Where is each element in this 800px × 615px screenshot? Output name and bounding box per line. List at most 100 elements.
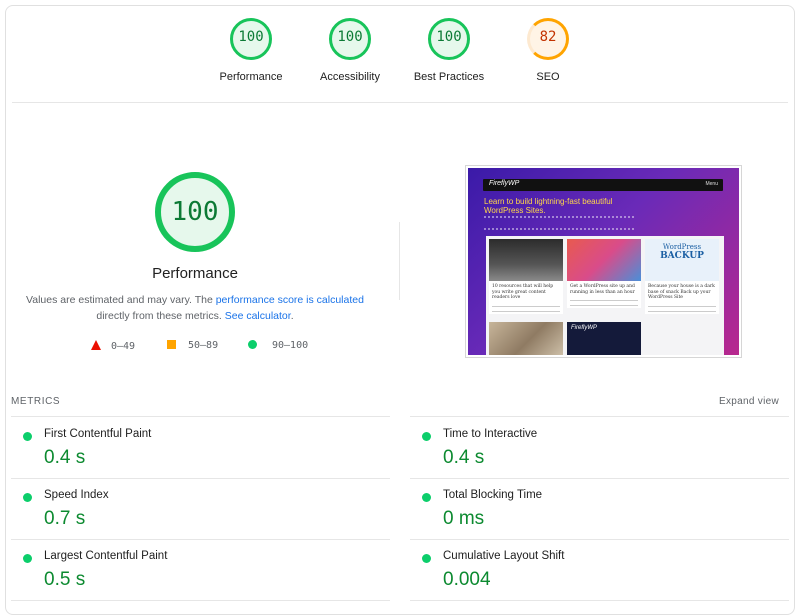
card-text [648,305,716,312]
screenshot-page: FireflyWP Menu Learn to build lightning-… [468,168,739,355]
metric-value: 0.4 s [443,447,485,468]
backup-line1: WordPress [662,243,702,251]
desc-text: Values are estimated and may vary. The [26,294,216,306]
wordpress-backup-graphic: WordPress BACKUP [645,239,719,261]
screenshot-card [489,322,563,355]
circle-icon [248,340,257,349]
metric-value: 0.5 s [44,569,86,590]
gauge-ring: 100 [329,18,371,60]
card-text [492,305,560,312]
pass-circle-icon [23,554,32,563]
metric-value: 0 ms [443,508,485,529]
metrics-header: METRICS [11,396,61,407]
gauge-ring: 100 [428,18,470,60]
metric-total-blocking-time: Total Blocking Time 0 ms [410,486,780,541]
screenshot-headline: Learn to build lightning-fast beautiful … [484,197,613,215]
gauge-label: SEO [536,71,560,83]
gauge-seo[interactable]: 82 SEO [498,18,598,83]
performance-score: 100 [171,197,219,227]
card-image [489,239,563,281]
pass-circle-icon [23,493,32,502]
screenshot-card: WordPress BACKUP Because your house is a… [645,239,719,314]
screenshot-card: FireflyWP [567,322,641,355]
gauge-label: Best Practices [413,71,485,83]
metric-name: Total Blocking Time [443,489,543,501]
gauge-ring: 100 [230,18,272,60]
metric-speed-index: Speed Index 0.7 s [11,486,381,541]
metric-name: Speed Index [44,489,109,501]
legend-fail-label: 0–49 [111,341,136,352]
gauge-label: Accessibility [320,71,380,83]
metric-time-to-interactive: Time to Interactive 0.4 s [410,425,780,480]
card-title: Get a WordPress site up and running in l… [570,284,635,295]
screenshot-subtext [484,216,634,230]
metrics-divider [410,600,789,601]
legend-pass-label: 90–100 [272,340,309,351]
expand-view-toggle[interactable]: Expand view [719,396,779,407]
metrics-divider [11,478,390,479]
score-gauges: 100 Performance 100 Accessibility 100 Be… [0,18,800,92]
score-legend: 0–49 50–89 90–100 [0,340,400,354]
triangle-icon [91,340,101,350]
metric-name: First Contentful Paint [44,428,152,440]
final-screenshot[interactable]: FireflyWP Menu Learn to build lightning-… [465,165,742,358]
legend-fail: 0–49 [91,340,135,352]
firefly-logo: FireflyWP [571,325,597,331]
card-image [489,322,563,355]
metrics-divider [11,416,390,417]
gauge-ring: 82 [527,18,569,60]
backup-line2: BACKUP [660,251,704,261]
screenshot-card: 10 resources that will help you write gr… [489,239,563,314]
metric-value: 0.7 s [44,508,86,529]
metric-value: 0.004 [443,569,491,590]
card-image: FireflyWP [567,322,641,355]
pass-circle-icon [422,554,431,563]
performance-score-link[interactable]: performance score is calculated [216,294,364,306]
metrics-divider [410,539,789,540]
gauge-best-practices[interactable]: 100 Best Practices [399,18,499,83]
metrics-divider [410,478,789,479]
gauge-label: Performance [219,71,283,83]
gauge-performance[interactable]: 100 Performance [201,18,301,83]
card-image [567,239,641,281]
legend-average: 50–89 [167,340,218,351]
legend-average-label: 50–89 [188,340,219,351]
metrics-divider [11,600,390,601]
gauge-score: 100 [238,29,264,45]
performance-gauge: 100 [155,172,235,252]
gauge-accessibility[interactable]: 100 Accessibility [300,18,400,83]
screenshot-navbar: FireflyWP Menu [483,179,723,191]
metric-name: Cumulative Layout Shift [443,550,565,562]
metric-name: Largest Contentful Paint [44,550,168,562]
metric-first-contentful-paint: First Contentful Paint 0.4 s [11,425,381,480]
pass-circle-icon [23,432,32,441]
card-title: 10 resources that will help you write gr… [492,284,554,300]
card-title: Because your house is a dark base of sna… [648,284,715,300]
card-text [570,300,638,306]
desc-text: directly from these metrics. [96,310,225,322]
screenshot-menu: Menu [705,181,718,187]
vertical-divider [399,222,400,300]
calculator-link[interactable]: See calculator [225,310,291,322]
pass-circle-icon [422,493,431,502]
metric-largest-contentful-paint: Largest Contentful Paint 0.5 s [11,547,381,602]
pass-circle-icon [422,432,431,441]
desc-text: . [290,310,294,322]
metric-cumulative-layout-shift: Cumulative Layout Shift 0.004 [410,547,780,602]
metric-name: Time to Interactive [443,428,538,440]
performance-description: Values are estimated and may vary. The p… [20,292,370,324]
performance-title: Performance [152,265,238,282]
metrics-divider [11,539,390,540]
metrics-divider [410,416,789,417]
legend-pass: 90–100 [248,340,308,351]
screenshot-posts-panel: 10 resources that will help you write gr… [486,236,724,355]
card-image: WordPress BACKUP [645,239,719,281]
metric-value: 0.4 s [44,447,86,468]
gauge-score: 100 [436,29,462,45]
gauge-score: 100 [337,29,363,45]
square-icon [167,340,176,349]
screenshot-card: Get a WordPress site up and running in l… [567,239,641,308]
header-divider [12,102,788,103]
screenshot-brand: FireflyWP [489,180,520,187]
gauge-score: 82 [539,29,557,45]
